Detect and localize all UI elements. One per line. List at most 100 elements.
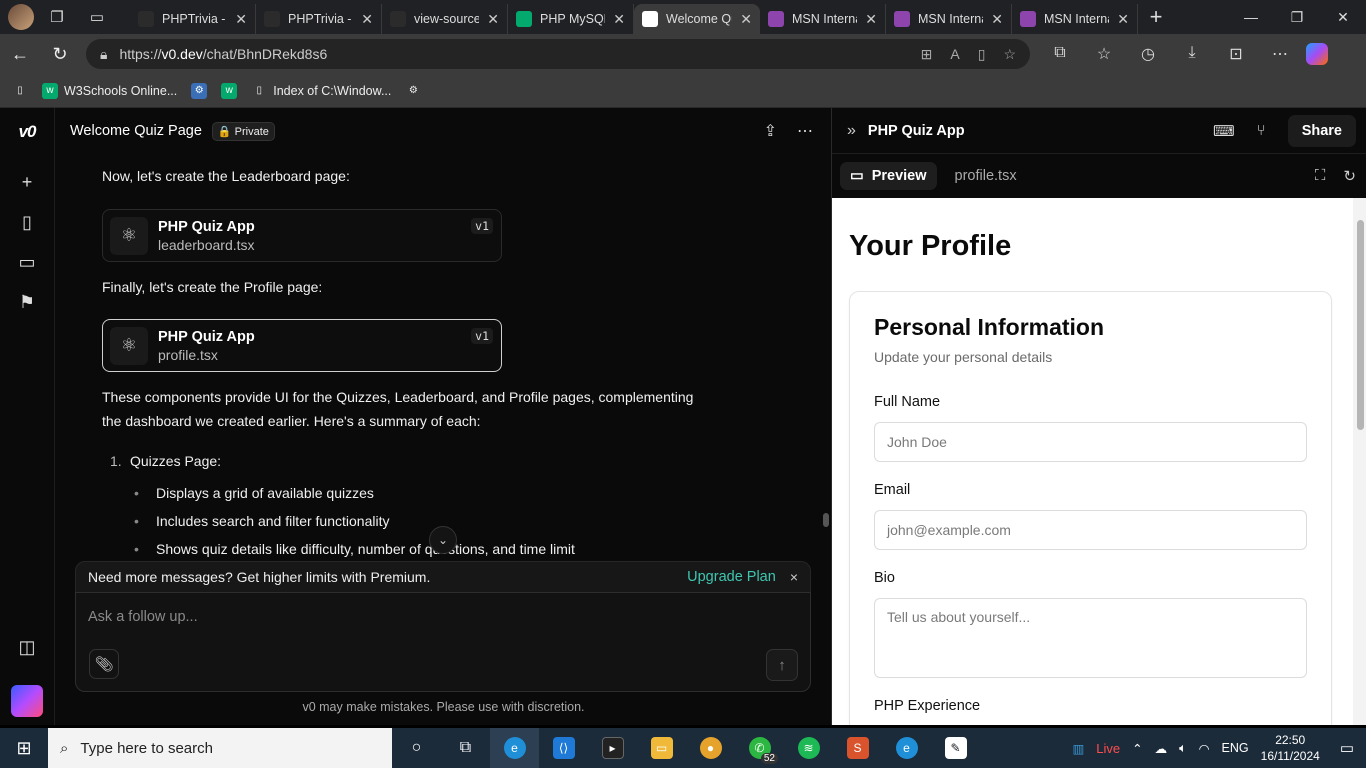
immersive-reader-icon[interactable]: ▯ [978, 46, 986, 63]
git-branch-icon[interactable]: ⑂ [1257, 122, 1266, 139]
tab-close-icon[interactable]: ✕ [487, 11, 499, 28]
close-icon[interactable]: × [790, 569, 798, 585]
downloads-icon[interactable]: ⤓ [1172, 44, 1212, 64]
notifications-icon[interactable]: ▭ [1340, 739, 1354, 757]
back-icon[interactable]: ← [0, 44, 40, 65]
edge-app-icon[interactable]: e [490, 728, 539, 768]
workspaces-icon[interactable]: ❐ [40, 3, 74, 31]
pen-app-icon[interactable]: ✎ [931, 728, 980, 768]
browser-tab[interactable]: PHP MySQL ✕ [508, 4, 634, 34]
tab-close-icon[interactable]: ✕ [740, 11, 752, 28]
cortana-icon[interactable]: ○ [392, 728, 441, 768]
clock[interactable]: 22:50 16/11/2024 [1261, 732, 1320, 764]
minimize-icon[interactable]: — [1228, 9, 1274, 26]
bookmark-w3schools[interactable]: w W3Schools Online... [42, 82, 177, 99]
feedback-flag-icon[interactable]: ⚑ [9, 284, 45, 320]
attach-paperclip-icon[interactable]: 📎︎ [89, 649, 119, 679]
chat-scrollbar[interactable] [823, 158, 829, 558]
tab-close-icon[interactable]: ✕ [991, 11, 1003, 28]
browser-tab[interactable]: PHPTrivia - D ✕ [130, 4, 256, 34]
bookmark-settings[interactable]: ⚙ [405, 83, 421, 99]
new-chat-icon[interactable]: + [9, 164, 45, 200]
browser-tab[interactable]: view-source: ✕ [382, 4, 508, 34]
windows-start-icon[interactable]: ⊞ [0, 738, 48, 759]
browser-tab[interactable]: MSN Interna ✕ [886, 4, 1012, 34]
bookmark-index[interactable]: ▯ Index of C:\Window... [251, 83, 391, 99]
terminal-icon[interactable]: ⌨ [1213, 122, 1235, 140]
favorites-icon[interactable]: ☆ [1084, 44, 1124, 64]
profile-avatar[interactable] [8, 4, 34, 30]
spotify-app-icon[interactable]: ≋ [784, 728, 833, 768]
live-label[interactable]: Live [1096, 741, 1120, 756]
taskbar-search[interactable]: ⌕ Type here to search [48, 728, 392, 768]
restore-icon[interactable]: ❐ [1274, 9, 1320, 26]
share-upload-icon[interactable]: ⇪ [764, 121, 777, 141]
copilot-icon[interactable] [1306, 43, 1328, 65]
chevron-up-icon[interactable]: ⌃ [1132, 741, 1142, 756]
privacy-badge[interactable]: 🔒 Private [211, 121, 275, 141]
read-aloud-icon[interactable]: A [950, 46, 959, 63]
wifi-icon[interactable]: ◠ [1199, 741, 1210, 756]
user-avatar[interactable] [11, 685, 43, 717]
tab-close-icon[interactable]: ✕ [613, 11, 625, 28]
v0-logo[interactable]: v0 [19, 122, 37, 142]
reload-icon[interactable]: ↻ [1343, 167, 1356, 185]
new-tab-button[interactable]: + [1138, 4, 1174, 30]
screenshot-icon[interactable]: ⊡ [1216, 44, 1256, 64]
task-view-icon[interactable]: ⧉ [441, 728, 490, 768]
vscode-app-icon[interactable]: ⟨⟩ [539, 728, 588, 768]
browser-tab[interactable]: PHPTrivia - D ✕ [256, 4, 382, 34]
scroll-down-chevron-icon[interactable]: ⌄ [429, 526, 457, 554]
tab-preview[interactable]: ▭ Preview [840, 162, 937, 190]
more-options-icon[interactable]: ⋯ [797, 121, 813, 141]
extensions-icon[interactable]: ⧉ [1040, 44, 1080, 64]
code-block-card-profile[interactable]: ⚛ PHP Quiz App profile.tsx v1 [102, 319, 502, 372]
refresh-icon[interactable]: ↻ [40, 44, 80, 65]
projects-folder-icon[interactable]: ▭ [9, 244, 45, 280]
terminal-app-icon[interactable]: ▸ [588, 728, 637, 768]
upgrade-plan-link[interactable]: Upgrade Plan [687, 569, 776, 585]
bio-textarea[interactable]: Tell us about yourself... [874, 598, 1307, 678]
email-input[interactable]: john@example.com [874, 510, 1307, 550]
tab-close-icon[interactable]: ✕ [1117, 11, 1129, 28]
volume-icon[interactable]: 🔈︎ [1179, 741, 1187, 756]
send-arrow-up-icon[interactable]: ↑ [766, 649, 798, 681]
chat-title[interactable]: Welcome Quiz Page [70, 123, 202, 139]
history-icon[interactable]: ◷ [1128, 44, 1168, 64]
edge-dev-app-icon[interactable]: e [882, 728, 931, 768]
code-block-card-leaderboard[interactable]: ⚛ PHP Quiz App leaderboard.tsx v1 [102, 209, 502, 262]
tab-actions-icon[interactable]: ▭ [80, 3, 114, 31]
fullscreen-icon[interactable]: ⛶ [1315, 167, 1326, 185]
close-window-icon[interactable]: ✕ [1320, 9, 1366, 26]
weather-icon[interactable]: ▥ [1072, 741, 1084, 756]
browser-tab[interactable]: MSN Interna ✕ [1012, 4, 1138, 34]
more-icon[interactable]: ⋯ [1260, 44, 1300, 64]
follow-up-input[interactable]: Ask a follow up... [88, 609, 198, 625]
scrollbar-thumb[interactable] [823, 513, 829, 527]
whatsapp-app-icon[interactable]: ✆ 52 [735, 728, 784, 768]
browser-tab[interactable]: Welcome Qu ✕ [634, 4, 760, 34]
onedrive-cloud-icon[interactable]: ☁ [1155, 741, 1168, 756]
language-indicator[interactable]: ENG [1222, 741, 1249, 755]
preview-scrollbar[interactable] [1353, 198, 1366, 725]
tab-code-file[interactable]: profile.tsx [945, 162, 1027, 190]
tab-close-icon[interactable]: ✕ [361, 11, 373, 28]
browser-tab[interactable]: MSN Interna ✕ [760, 4, 886, 34]
favorite-star-icon[interactable]: ☆ [1003, 46, 1016, 63]
tab-close-icon[interactable]: ✕ [865, 11, 877, 28]
bookmark-icon-only-1[interactable]: ⚙ [191, 82, 208, 99]
bookmark-page[interactable]: ▯ [12, 83, 28, 99]
chrome-app-icon[interactable]: ● [686, 728, 735, 768]
omnibox[interactable]: 🔒︎ https://v0.dev/chat/BhnDRekd8s6 ⊞ A ▯… [86, 39, 1030, 69]
sidebar-toggle-icon[interactable]: ◫ [9, 629, 45, 665]
tab-close-icon[interactable]: ✕ [235, 11, 247, 28]
share-button[interactable]: Share [1287, 114, 1356, 147]
library-icon[interactable]: ▯ [9, 204, 45, 240]
file-explorer-icon[interactable]: ▭ [637, 728, 686, 768]
apps-icon[interactable]: ⊞ [921, 46, 933, 63]
collapse-chevrons-icon[interactable]: » [847, 122, 856, 140]
sublime-app-icon[interactable]: S [833, 728, 882, 768]
scrollbar-thumb[interactable] [1357, 220, 1364, 430]
full-name-input[interactable]: John Doe [874, 422, 1307, 462]
bookmark-icon-only-2[interactable]: w [221, 82, 238, 99]
